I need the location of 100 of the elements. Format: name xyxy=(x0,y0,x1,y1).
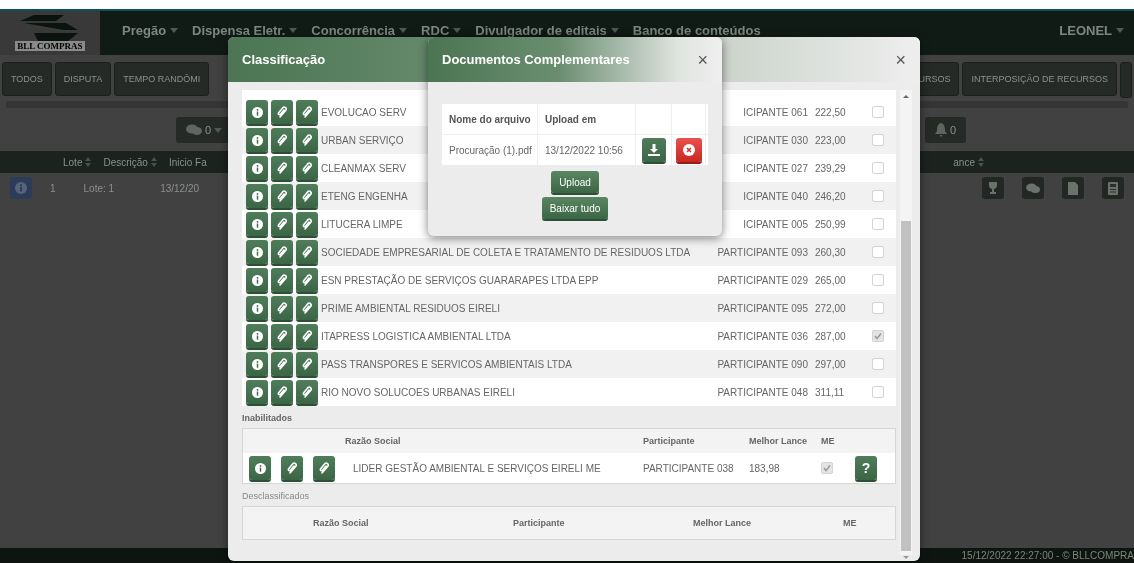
checkbox[interactable] xyxy=(872,218,884,230)
attachment-button[interactable] xyxy=(271,352,293,376)
column-header[interactable]: Descrição xyxy=(103,156,157,168)
tab[interactable]: TEMPO RANDÔMI xyxy=(114,62,210,96)
checkbox[interactable] xyxy=(872,246,884,258)
close-button[interactable]: × xyxy=(891,50,910,69)
attachment-button[interactable] xyxy=(296,128,318,152)
info-button[interactable] xyxy=(246,296,268,320)
info-button[interactable] xyxy=(246,100,268,124)
attachment-button[interactable] xyxy=(271,296,293,320)
table-cell: 1 xyxy=(50,182,56,194)
document-button[interactable] xyxy=(1062,177,1084,199)
info-icon xyxy=(251,302,263,314)
attachment-button[interactable] xyxy=(296,212,318,236)
attachment-button[interactable] xyxy=(296,100,318,124)
tab[interactable]: DISPUTA xyxy=(54,62,112,96)
menu-item[interactable]: Banco de conteúdos xyxy=(628,21,765,39)
checkbox[interactable] xyxy=(872,134,884,146)
user-menu[interactable]: LEONEL xyxy=(1055,21,1128,39)
column-header[interactable]: ance xyxy=(953,156,984,168)
info-button[interactable] xyxy=(249,456,271,480)
info-button[interactable] xyxy=(246,324,268,348)
trophy-button[interactable] xyxy=(982,177,1004,199)
table-cell-text: 183,98 xyxy=(749,462,781,474)
tab[interactable]: TODOS xyxy=(2,62,52,96)
column-header[interactable]: Inicio Fa xyxy=(168,156,207,168)
checkbox[interactable] xyxy=(872,274,884,286)
checkbox[interactable] xyxy=(872,330,884,342)
info-button[interactable] xyxy=(246,352,268,376)
info-icon xyxy=(251,218,263,230)
info-button[interactable] xyxy=(246,380,268,404)
attachment-button[interactable] xyxy=(296,352,318,376)
attachment-button[interactable] xyxy=(271,100,293,124)
info-icon xyxy=(251,274,263,286)
checkbox[interactable] xyxy=(821,462,833,474)
attachment-button[interactable] xyxy=(296,296,318,320)
tab[interactable]: INTERPOSIÇÃO DE RECURSOS xyxy=(962,62,1117,96)
table-cell-text: 223,00 xyxy=(814,134,847,146)
paperclip-icon xyxy=(276,190,288,202)
checkbox[interactable] xyxy=(872,358,884,370)
info-icon xyxy=(251,162,263,174)
attachment-button[interactable] xyxy=(296,184,318,208)
paperclip-icon xyxy=(301,106,313,118)
chat-icon xyxy=(186,124,202,136)
info-button[interactable] xyxy=(246,184,268,208)
column-header[interactable]: Lote xyxy=(63,156,92,168)
attachment-button[interactable] xyxy=(296,156,318,180)
table-cell-text: PASS TRANSPORES E SERVICOS AMBIENTAIS LTDA xyxy=(321,358,573,370)
checkbox[interactable] xyxy=(872,190,884,202)
info-button[interactable] xyxy=(246,240,268,264)
help-button[interactable]: ? xyxy=(855,456,877,480)
action-button[interactable]: Baixar tudo xyxy=(541,197,609,219)
paperclip-icon xyxy=(301,302,313,314)
info-button[interactable] xyxy=(246,128,268,152)
chat-button[interactable] xyxy=(1022,177,1044,199)
checkbox[interactable] xyxy=(872,106,884,118)
info-button[interactable] xyxy=(246,156,268,180)
notification-button[interactable]: 0 xyxy=(924,117,966,143)
attachment-button[interactable] xyxy=(296,240,318,264)
attachment-button[interactable] xyxy=(271,128,293,152)
delete-button[interactable] xyxy=(675,138,702,162)
info-button[interactable] xyxy=(246,212,268,236)
attachment-button[interactable] xyxy=(271,240,293,264)
info-icon xyxy=(251,134,263,146)
attachment-button[interactable] xyxy=(271,380,293,404)
table-cell-text: LIDER GESTÃO AMBIENTAL E SERVIÇOS EIRELI ME xyxy=(352,462,602,474)
paperclip-icon xyxy=(318,462,330,474)
table-cell-text: PARTICIPANTE 095 xyxy=(716,302,808,314)
table-cell-text: CLEANMAX SERV xyxy=(321,162,407,174)
paperclip-icon xyxy=(286,462,298,474)
table-cell-text: 272,00 xyxy=(814,302,847,314)
attachment-button[interactable] xyxy=(281,456,303,480)
chat-icon xyxy=(1026,182,1040,194)
menu-item[interactable]: Pregão xyxy=(118,21,183,39)
attachment-button[interactable] xyxy=(296,268,318,292)
calculator-button[interactable] xyxy=(1102,177,1124,199)
checkbox[interactable] xyxy=(872,162,884,174)
checkbox[interactable] xyxy=(872,386,884,398)
table-cell: Procuração (1).pdf xyxy=(442,135,538,165)
attachment-button[interactable] xyxy=(271,324,293,348)
table-cell-text: 297,00 xyxy=(814,358,847,370)
table-cell-text: 260,30 xyxy=(814,246,847,258)
info-button[interactable] xyxy=(246,268,268,292)
info-icon xyxy=(251,246,263,258)
close-button[interactable]: × xyxy=(693,50,712,69)
paperclip-icon xyxy=(301,162,313,174)
notification-count: 0 xyxy=(949,124,956,136)
dialog-title: Classificação xyxy=(242,52,326,67)
paperclip-icon xyxy=(276,302,288,314)
download-button[interactable] xyxy=(641,138,666,162)
attachment-button[interactable] xyxy=(296,324,318,348)
action-button[interactable]: Upload xyxy=(551,171,599,193)
checkbox[interactable] xyxy=(872,302,884,314)
attachment-button[interactable] xyxy=(313,456,335,480)
attachment-button[interactable] xyxy=(271,268,293,292)
logo[interactable]: BLL COMPRAS xyxy=(0,11,100,55)
attachment-button[interactable] xyxy=(271,212,293,236)
attachment-button[interactable] xyxy=(271,156,293,180)
attachment-button[interactable] xyxy=(296,380,318,404)
attachment-button[interactable] xyxy=(271,184,293,208)
